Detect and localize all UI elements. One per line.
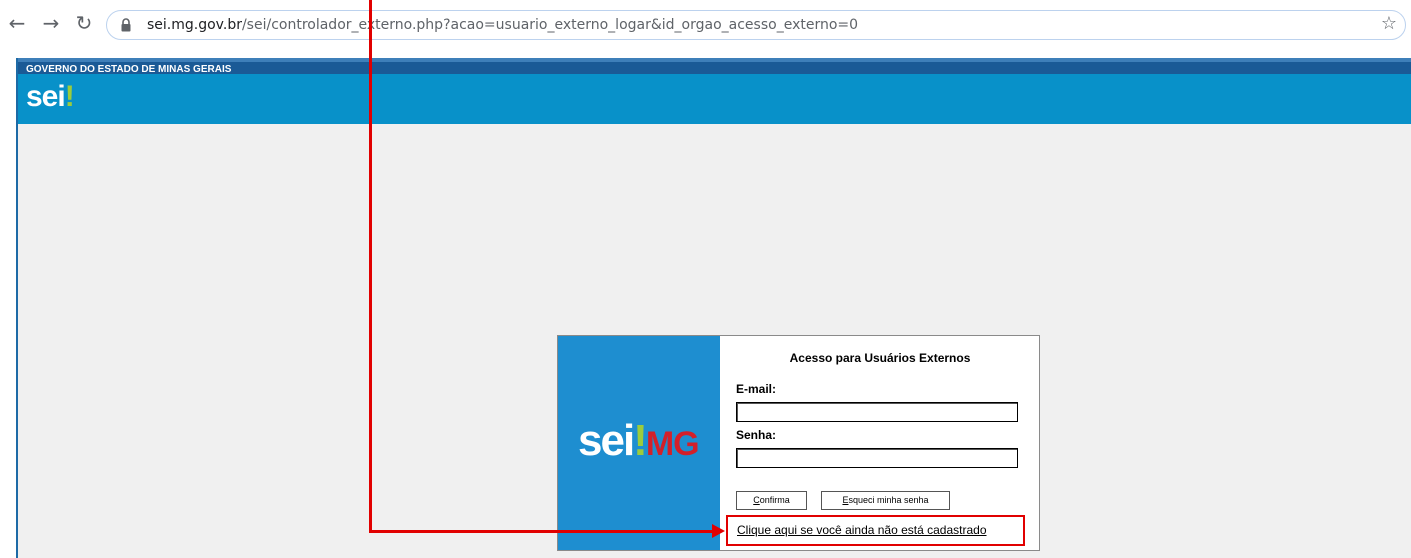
login-title: Acesso para Usuários Externos <box>789 351 971 365</box>
confirm-button[interactable]: Confirma <box>736 491 807 510</box>
government-banner: GOVERNO DO ESTADO DE MINAS GERAIS <box>18 58 1411 75</box>
email-field[interactable] <box>736 402 1018 422</box>
annotation-line-vertical <box>369 0 372 533</box>
browser-toolbar: ← → ↻ sei.mg.gov.br/sei/controlador_exte… <box>0 0 1411 52</box>
arrow-left-icon[interactable]: ← <box>6 12 28 34</box>
email-label: E-mail: <box>736 382 777 396</box>
arrow-right-icon[interactable]: → <box>40 12 62 34</box>
star-icon[interactable]: ☆ <box>1381 13 1397 34</box>
password-field[interactable] <box>736 448 1018 468</box>
senha-label: Senha: <box>736 428 777 442</box>
url-text: sei.mg.gov.br/sei/controlador_externo.ph… <box>147 17 859 33</box>
sei-mg-logo-panel: sei!MG <box>558 336 720 550</box>
annotation-highlight-box <box>726 515 1025 546</box>
sei-mg-logo: sei!MG <box>578 416 700 465</box>
lock-icon <box>121 18 131 32</box>
reload-icon[interactable]: ↻ <box>73 12 95 34</box>
annotation-line-horizontal <box>369 530 715 533</box>
header-band: sei! <box>18 74 1411 124</box>
forgot-password-button[interactable]: Esqueci minha senha <box>821 491 950 510</box>
annotation-arrowhead <box>712 524 725 538</box>
sei-logo[interactable]: sei! <box>26 80 75 114</box>
address-bar[interactable]: sei.mg.gov.br/sei/controlador_externo.ph… <box>106 10 1406 40</box>
